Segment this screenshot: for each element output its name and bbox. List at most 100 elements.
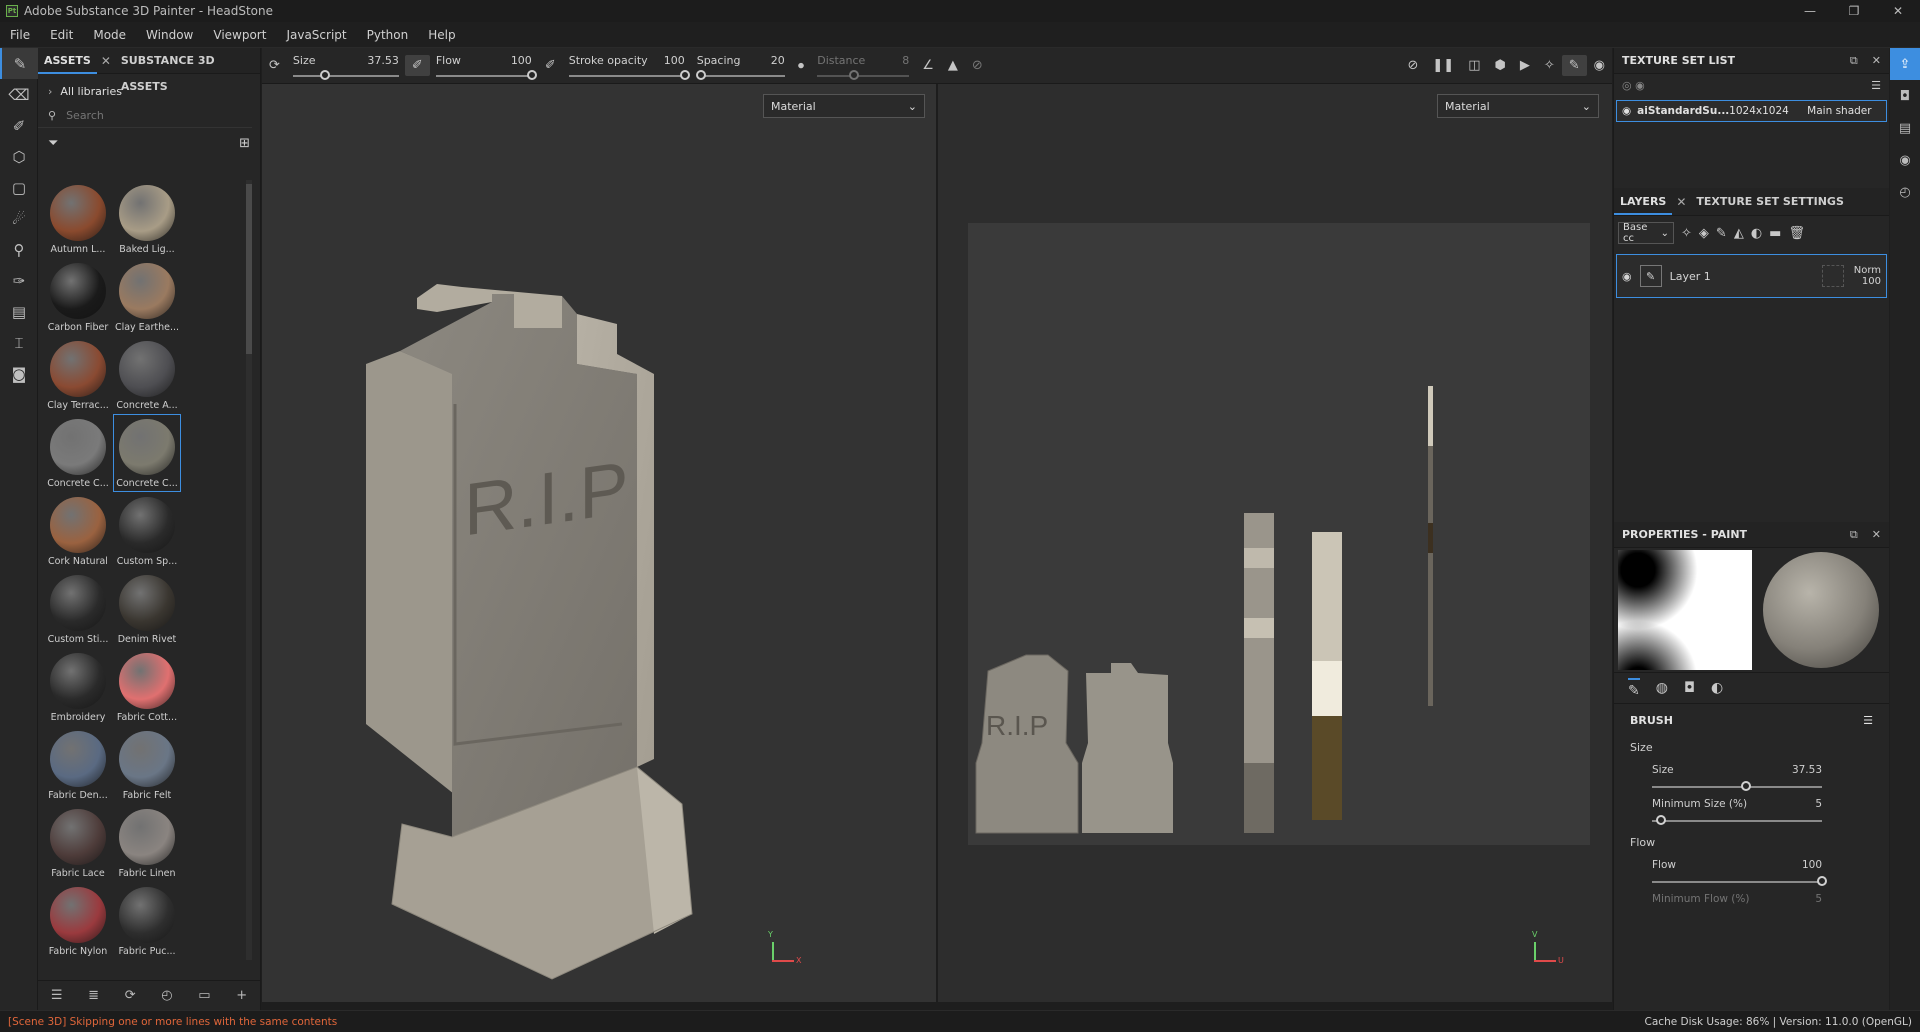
lazy-mouse-icon[interactable]: ⦁ xyxy=(791,58,812,73)
flow-pressure-icon[interactable]: ✐ xyxy=(538,58,563,73)
history-icon[interactable]: ◴ xyxy=(161,988,172,1003)
asset-item[interactable]: Clay Earthe... xyxy=(113,258,181,336)
history-rail-icon[interactable]: ◴ xyxy=(1890,176,1920,208)
section-menu-icon[interactable]: ☰ xyxy=(1863,714,1873,727)
asset-item[interactable]: Denim Rivet xyxy=(113,570,181,648)
spacing-knob[interactable] xyxy=(696,70,707,80)
flow-knob[interactable] xyxy=(526,70,537,80)
pause-icon[interactable]: ❚❚ xyxy=(1425,58,1461,73)
import-icon[interactable]: ☰ xyxy=(51,988,63,1003)
layer-name[interactable]: Layer 1 xyxy=(1670,270,1822,283)
paint-tool-icon[interactable]: ✎ xyxy=(0,48,38,79)
visibility-toggle-icon[interactable]: ◎ ◉ xyxy=(1622,79,1645,92)
asset-item[interactable]: Concrete C... xyxy=(44,414,112,492)
shader-settings-icon[interactable]: ◉ xyxy=(1890,144,1920,176)
asset-item[interactable]: Custom Sti... xyxy=(44,570,112,648)
size-knob[interactable] xyxy=(319,70,330,80)
geometry-fill-icon[interactable]: ⬡ xyxy=(0,141,38,172)
display-settings-icon[interactable]: ◘ xyxy=(1890,80,1920,112)
asset-item[interactable]: Embroidery xyxy=(44,648,112,726)
smudge-tool-icon[interactable]: ☄ xyxy=(0,203,38,234)
texture-set-row[interactable]: ◉ aiStandardSu... 1024x1024 Main shader xyxy=(1616,100,1887,122)
screenshot-camera-icon[interactable]: ◉ xyxy=(1587,58,1612,73)
asset-item[interactable]: Concrete C... xyxy=(113,414,181,492)
size-slider[interactable]: Size 37.53 xyxy=(287,48,405,84)
asset-item[interactable]: Fabric Lace xyxy=(44,804,112,882)
asset-item[interactable]: Fabric Nylon xyxy=(44,882,112,960)
hide-ui-icon[interactable]: ⊘ xyxy=(1400,58,1425,73)
layer-mask-slot[interactable] xyxy=(1821,265,1844,287)
camera-icon[interactable]: ▶ xyxy=(1513,58,1537,73)
asset-item[interactable]: Custom Sp... xyxy=(113,492,181,570)
assets-scrollbar[interactable] xyxy=(246,180,252,960)
menu-edit[interactable]: Edit xyxy=(40,28,83,42)
symmetry-off-icon[interactable]: ⊘ xyxy=(965,58,990,73)
polygon-fill-icon[interactable]: ▢ xyxy=(0,172,38,203)
brush-tab-icon[interactable]: ✎ xyxy=(1628,677,1640,699)
layer-blend-mode[interactable]: Norm xyxy=(1854,265,1881,276)
viewport-3d[interactable]: Material ⌄ R.I.P Y X xyxy=(262,84,936,1002)
tab-texture-set-settings[interactable]: TEXTURE SET SETTINGS xyxy=(1690,189,1849,215)
menu-icon[interactable]: ☰ xyxy=(1871,79,1881,92)
asset-item[interactable]: Fabric Felt xyxy=(113,726,181,804)
undock-icon[interactable]: ⧉ xyxy=(1850,54,1858,68)
layer-row[interactable]: ◉ ✎ Layer 1 Norm 100 xyxy=(1616,254,1887,298)
folder-icon[interactable]: ▭ xyxy=(198,988,210,1003)
eye-icon[interactable]: ◉ xyxy=(1622,105,1631,117)
asset-item[interactable]: Autumn L... xyxy=(44,180,112,258)
close-window-button[interactable]: ✕ xyxy=(1876,0,1920,22)
search-input[interactable] xyxy=(66,109,227,122)
asset-item[interactable]: Fabric Den... xyxy=(44,726,112,804)
add-mask-icon[interactable]: ◈ xyxy=(1699,226,1709,241)
layer-opacity[interactable]: 100 xyxy=(1862,276,1881,287)
brush-size-slider[interactable]: Size 37.53 xyxy=(1652,764,1822,791)
grid-view-icon[interactable]: ⊞ xyxy=(239,136,250,151)
channel-select[interactable]: Base cc ⌄ xyxy=(1618,222,1674,244)
maximize-button[interactable]: ❐ xyxy=(1832,0,1876,22)
list-icon[interactable]: ≣ xyxy=(88,988,99,1003)
symmetry-settings-icon[interactable]: ⟳ xyxy=(262,58,287,73)
brush-alpha-preview[interactable] xyxy=(1618,550,1752,670)
min-size-slider[interactable]: Minimum Size (%) 5 xyxy=(1652,798,1822,825)
delete-layer-icon[interactable]: 🗑 xyxy=(1788,226,1805,241)
paint-mode-icon[interactable]: ✎ xyxy=(1561,55,1587,76)
undock-icon[interactable]: ⧉ xyxy=(1850,528,1858,542)
material-preview[interactable] xyxy=(1763,552,1879,668)
asset-item[interactable]: Concrete A... xyxy=(113,336,181,414)
menu-help[interactable]: Help xyxy=(418,28,465,42)
close-panel-icon[interactable]: ✕ xyxy=(1872,528,1881,542)
bake-icon[interactable]: ▤ xyxy=(0,296,38,327)
viewport-2d-mode-select[interactable]: Material ⌄ xyxy=(1437,94,1599,118)
spacing-slider[interactable]: Spacing 20 xyxy=(691,48,791,84)
alpha-tab-icon[interactable]: ◍ xyxy=(1656,680,1668,696)
asset-item[interactable]: Cork Natural xyxy=(44,492,112,570)
asset-item[interactable]: Baked Lig... xyxy=(113,180,181,258)
add-smart-mask-icon[interactable]: ◐ xyxy=(1751,226,1762,241)
asset-item[interactable]: Fabric Cott... xyxy=(113,648,181,726)
menu-viewport[interactable]: Viewport xyxy=(203,28,276,42)
refresh-icon[interactable]: ⟳ xyxy=(125,988,136,1003)
menu-file[interactable]: File xyxy=(0,28,40,42)
brush-flow-slider[interactable]: Flow 100 xyxy=(1652,859,1827,886)
color-picker-icon[interactable]: ✑ xyxy=(0,265,38,296)
add-icon[interactable]: + xyxy=(236,988,247,1003)
material-tab-icon[interactable]: ◐ xyxy=(1711,680,1723,696)
asset-item[interactable]: Clay Terrac... xyxy=(44,336,112,414)
asset-item[interactable]: Fabric Linen xyxy=(113,804,181,882)
close-layers-tab-icon[interactable]: ✕ xyxy=(1672,195,1690,209)
render-icon[interactable]: ✧ xyxy=(1537,58,1562,73)
add-paint-layer-icon[interactable]: ✎ xyxy=(1716,226,1727,241)
flow-slider[interactable]: Flow 100 xyxy=(430,48,538,84)
eraser-tool-icon[interactable]: ⌫ xyxy=(0,79,38,110)
export-icon[interactable]: ⇪ xyxy=(1890,48,1920,80)
angle-icon[interactable]: ∠ xyxy=(915,58,941,73)
brush-size-knob[interactable] xyxy=(1740,781,1751,791)
minimize-button[interactable]: — xyxy=(1788,0,1832,22)
split-view-icon[interactable]: ◫ xyxy=(1461,58,1487,73)
add-effect-icon[interactable]: ✧ xyxy=(1681,226,1692,241)
close-panel-icon[interactable]: ✕ xyxy=(1872,54,1881,68)
menu-javascript[interactable]: JavaScript xyxy=(276,28,356,42)
symmetry-icon[interactable]: ▲ xyxy=(941,58,965,73)
uv-canvas[interactable]: R.I.P xyxy=(968,223,1590,845)
tab-layers[interactable]: LAYERS xyxy=(1614,189,1673,215)
